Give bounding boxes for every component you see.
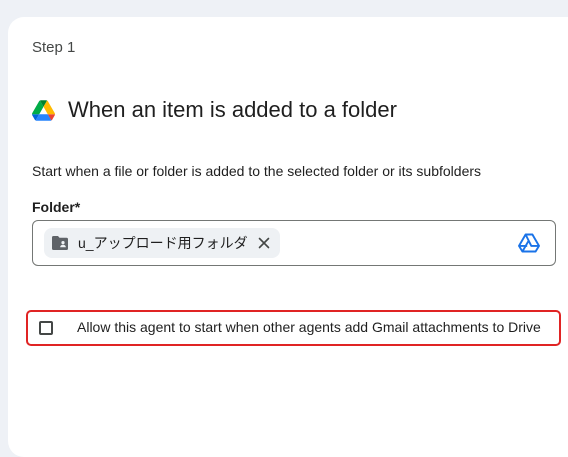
selected-folder-name: u_アップロード用フォルダ: [78, 235, 248, 251]
folder-input[interactable]: u_アップロード用フォルダ: [32, 220, 556, 266]
trigger-title: When an item is added to a folder: [68, 97, 397, 122]
google-drive-outline-icon[interactable]: [518, 233, 540, 253]
shared-folder-icon: [52, 236, 68, 250]
google-drive-icon: [32, 99, 55, 121]
selected-folder-chip[interactable]: u_アップロード用フォルダ: [44, 228, 280, 258]
close-icon[interactable]: [258, 237, 270, 249]
folder-field-label: Folder*: [32, 199, 81, 215]
gmail-attachments-label[interactable]: Allow this agent to start when other age…: [77, 319, 541, 335]
trigger-header: When an item is added to a folder: [32, 97, 397, 123]
step-card: Step 1 When an item is added to a folder…: [8, 17, 568, 457]
gmail-attachments-option: Allow this agent to start when other age…: [26, 310, 561, 346]
step-label: Step 1: [32, 39, 76, 56]
trigger-description: Start when a file or folder is added to …: [32, 163, 482, 179]
gmail-attachments-checkbox[interactable]: [39, 321, 53, 335]
